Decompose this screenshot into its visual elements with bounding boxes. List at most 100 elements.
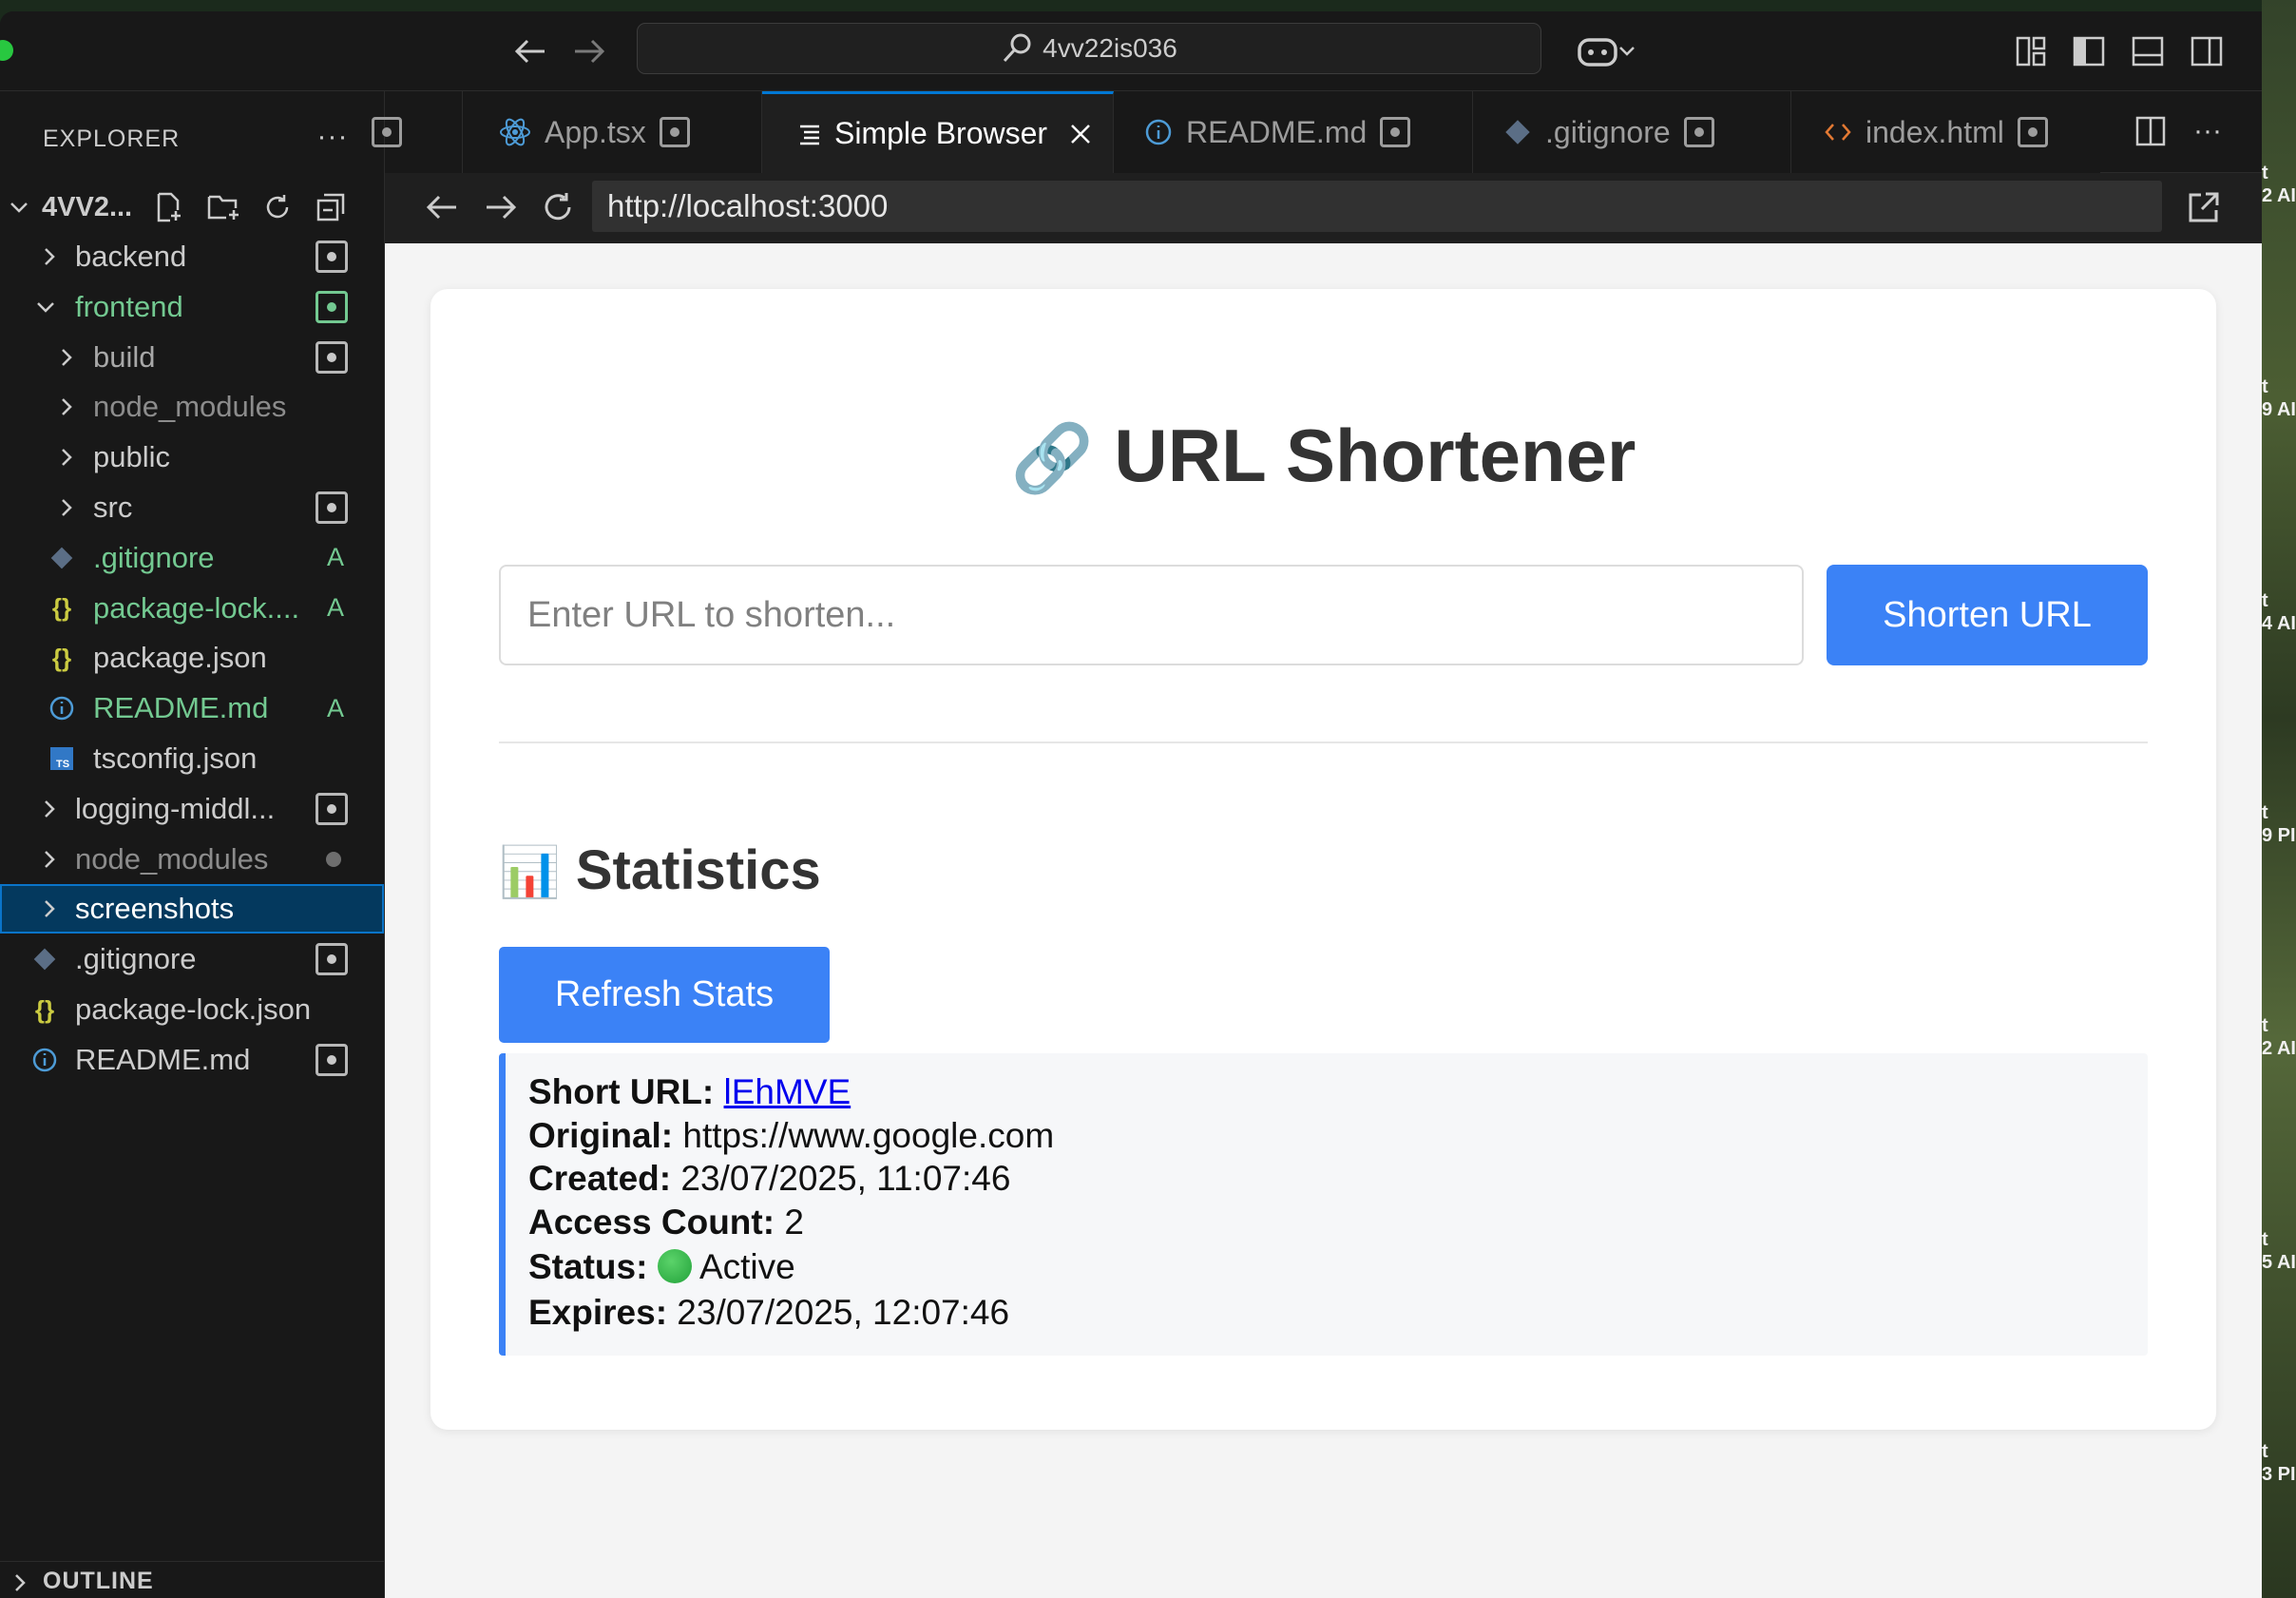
file-item[interactable]: TS tsconfig.json xyxy=(0,734,384,783)
tab-label: App.tsx xyxy=(545,114,646,149)
desktop-widget-text: t 3 PI xyxy=(2262,1441,2296,1485)
window-zoom-dot[interactable] xyxy=(0,40,13,61)
react-icon xyxy=(500,118,530,146)
outline-label: OUTLINE xyxy=(43,1568,154,1594)
collapse-all-icon[interactable] xyxy=(314,190,348,224)
tree-item-label: .gitignore xyxy=(93,540,215,574)
refresh-stats-button[interactable]: Refresh Stats xyxy=(499,947,830,1043)
modified-icon xyxy=(316,491,348,524)
outline-section[interactable]: OUTLINE xyxy=(0,1561,384,1598)
desktop-widget-text: t 2 AI xyxy=(2262,1015,2296,1059)
tree-item-label: README.md xyxy=(75,1042,251,1076)
vscode-window: 4vv22is036 EXPLORER ··· 4VV2... backend … xyxy=(0,11,2262,1598)
folder-item[interactable]: node_modules xyxy=(0,835,384,884)
folder-item[interactable]: backend xyxy=(0,232,384,281)
copilot-icon[interactable] xyxy=(1568,29,1644,74)
tab-index-html[interactable]: index.html xyxy=(1791,91,2100,173)
tree-item-label: package-lock.... xyxy=(93,590,300,625)
folder-item[interactable]: src xyxy=(0,483,384,532)
tab-gitignore[interactable]: .gitignore xyxy=(1473,91,1791,173)
folder-item[interactable]: public xyxy=(0,433,384,482)
stat-label: Status: xyxy=(528,1247,648,1286)
git-file-icon xyxy=(48,544,76,572)
forward-arrow-icon[interactable] xyxy=(480,188,522,226)
chevron-right-icon xyxy=(40,799,59,818)
more-actions-icon[interactable]: ··· xyxy=(314,120,352,154)
file-item[interactable]: .gitignore xyxy=(0,934,384,984)
toggle-primary-sidebar-icon[interactable] xyxy=(2070,32,2108,70)
tree-item-label: src xyxy=(93,491,133,524)
file-item[interactable]: {} package-lock.json xyxy=(0,985,384,1034)
tree-item-label: README.md xyxy=(93,691,269,725)
file-item[interactable]: README.md xyxy=(0,1035,384,1085)
modified-icon xyxy=(2017,117,2048,147)
short-url-link[interactable]: lEhMVE xyxy=(724,1072,851,1111)
folder-item[interactable]: screenshots xyxy=(0,884,384,934)
tab-app-tsx[interactable]: App.tsx xyxy=(463,91,762,173)
statistics-heading-text: Statistics xyxy=(575,839,821,901)
customize-layout-icon[interactable] xyxy=(2012,32,2050,70)
tree-item-label: package.json xyxy=(93,641,267,675)
chevron-right-icon xyxy=(57,348,76,367)
chevron-right-icon xyxy=(57,397,76,416)
stat-label: Short URL: xyxy=(528,1072,715,1111)
toggle-panel-icon[interactable] xyxy=(2129,32,2167,70)
forward-arrow-icon[interactable] xyxy=(568,30,610,72)
chevron-right-icon xyxy=(40,247,59,266)
desktop-widget-text: t 5 AI xyxy=(2262,1229,2296,1273)
git-file-icon xyxy=(30,945,59,973)
folder-item[interactable]: build xyxy=(0,333,384,382)
file-item[interactable]: {} package-lock.... A xyxy=(0,584,384,633)
refresh-explorer-icon[interactable] xyxy=(260,190,295,224)
url-input[interactable] xyxy=(499,565,1804,665)
link-emoji-icon: 🔗 xyxy=(1010,421,1094,495)
stat-value: 2 xyxy=(784,1202,804,1242)
folder-item[interactable]: logging-middl... xyxy=(0,784,384,834)
url-stat-card: Short URL: lEhMVE Original: https://www.… xyxy=(499,1053,2148,1356)
back-arrow-icon[interactable] xyxy=(421,188,463,226)
modified-icon xyxy=(372,117,402,147)
workspace-root[interactable]: 4VV2... xyxy=(0,183,384,232)
preview-icon xyxy=(800,125,819,144)
desktop-widget-text: t 9 PI xyxy=(2262,802,2296,846)
new-file-icon[interactable] xyxy=(152,190,186,224)
modified-icon xyxy=(316,340,348,374)
statistics-heading: 📊 Statistics xyxy=(499,838,821,902)
desktop-widget-text: t 2 AI xyxy=(2262,163,2296,206)
shorten-url-button[interactable]: Shorten URL xyxy=(1827,565,2148,665)
tab-overflow[interactable] xyxy=(372,91,463,173)
split-editor-icon[interactable] xyxy=(2132,112,2170,150)
stat-value: 23/07/2025, 11:07:46 xyxy=(680,1159,1011,1198)
modified-icon xyxy=(316,1043,348,1076)
toggle-secondary-sidebar-icon[interactable] xyxy=(2188,32,2226,70)
typescript-file-icon: TS xyxy=(48,744,76,773)
json-file-icon: {} xyxy=(51,643,72,672)
file-item[interactable]: .gitignore A xyxy=(0,533,384,583)
desktop-widget-text: t 4 AI xyxy=(2262,590,2296,634)
file-item[interactable]: {} package.json xyxy=(0,633,384,683)
simple-browser-toolbar: http://localhost:3000 xyxy=(385,173,2262,243)
address-bar[interactable]: http://localhost:3000 xyxy=(592,181,2162,232)
folder-item[interactable]: node_modules xyxy=(0,382,384,432)
stat-label: Expires: xyxy=(528,1292,668,1332)
stat-value: Active xyxy=(698,1247,795,1286)
tree-item-label: tsconfig.json xyxy=(93,741,258,775)
back-arrow-icon[interactable] xyxy=(509,30,551,72)
stat-access-count: Access Count: 2 xyxy=(528,1201,2148,1244)
tab-readme[interactable]: README.md xyxy=(1114,91,1473,173)
new-folder-icon[interactable] xyxy=(205,190,243,224)
folder-item[interactable]: frontend xyxy=(0,282,384,332)
divider xyxy=(499,741,2148,743)
more-actions-icon[interactable]: ··· xyxy=(2189,112,2227,150)
tab-simple-browser[interactable]: Simple Browser xyxy=(762,91,1114,173)
open-external-icon[interactable] xyxy=(2183,186,2225,228)
tab-label: .gitignore xyxy=(1545,114,1671,149)
page-title: 🔗 URL Shortener xyxy=(430,413,2216,499)
file-item[interactable]: README.md A xyxy=(0,683,384,733)
command-center[interactable]: 4vv22is036 xyxy=(637,23,1541,74)
desktop-widget-text: t 9 AI xyxy=(2262,376,2296,420)
stat-status: Status: Active xyxy=(528,1245,2148,1289)
reload-icon[interactable] xyxy=(537,186,579,228)
page-title-text: URL Shortener xyxy=(1114,414,1636,497)
close-icon[interactable] xyxy=(1068,122,1093,146)
